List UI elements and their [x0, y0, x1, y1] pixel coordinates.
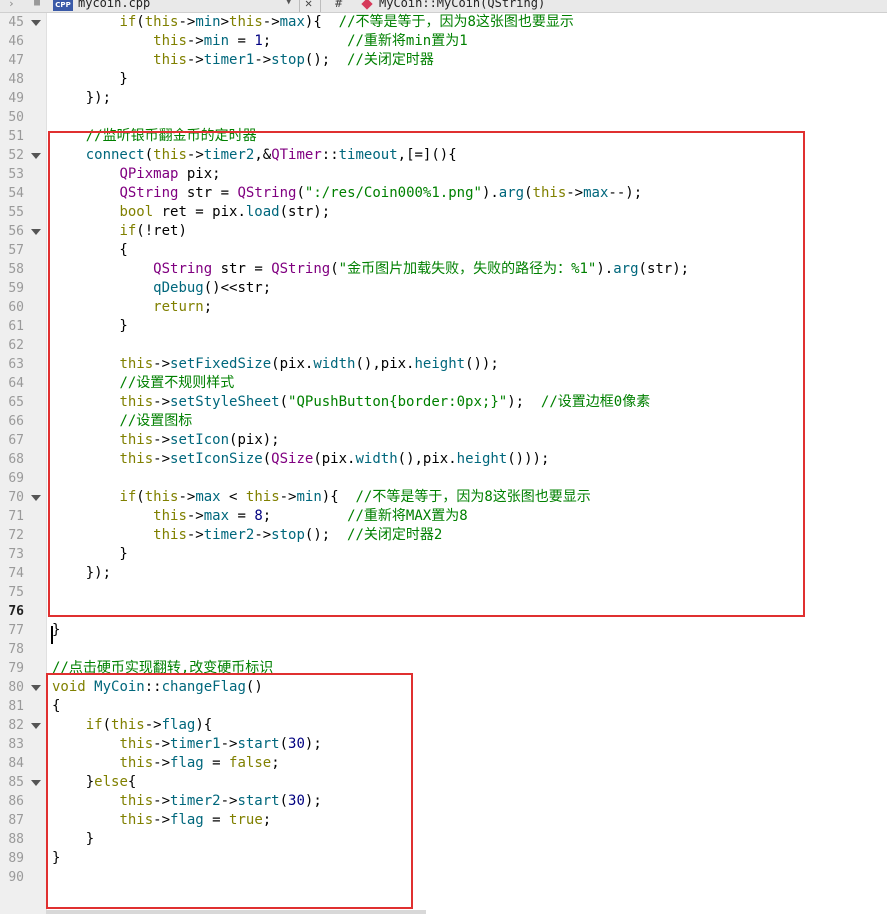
code-text: }	[52, 622, 61, 638]
line-number: 72	[8, 528, 24, 543]
line-number: 64	[8, 376, 24, 391]
code-text: });	[52, 90, 112, 106]
line-number: 46	[8, 34, 24, 49]
code-line[interactable]: 48 }	[0, 70, 887, 89]
horizontal-scrollbar[interactable]	[46, 910, 426, 914]
chevron-right-icon[interactable]: ›	[8, 0, 15, 10]
close-icon[interactable]: ✕	[305, 0, 312, 10]
line-number: 84	[8, 756, 24, 771]
fold-arrow-icon[interactable]	[31, 780, 41, 786]
chevron-down-icon[interactable]: ▼	[286, 0, 291, 7]
fold-arrow-icon[interactable]	[31, 685, 41, 691]
line-number: 50	[8, 110, 24, 125]
lock-icon: ■	[34, 0, 41, 8]
code-line[interactable]: 45 if(this->min>this->max){ //不等是等于，因为8这…	[0, 13, 887, 32]
line-number: 90	[8, 870, 24, 885]
fold-arrow-icon[interactable]	[31, 229, 41, 235]
code-line[interactable]: 49 });	[0, 89, 887, 108]
line-number: 83	[8, 737, 24, 752]
line-number: 57	[8, 243, 24, 258]
annotation-box-changeflag	[46, 673, 413, 909]
line-number: 59	[8, 281, 24, 296]
code-text: }	[52, 71, 128, 87]
line-number: 68	[8, 452, 24, 467]
code-line[interactable]: 77}	[0, 621, 887, 640]
line-number: 78	[8, 642, 24, 657]
line-number: 52	[8, 148, 24, 163]
code-line[interactable]: 46 this->min = 1; //重新将min置为1	[0, 32, 887, 51]
line-number: 49	[8, 91, 24, 106]
line-number: 81	[8, 699, 24, 714]
line-number: 48	[8, 72, 24, 87]
line-number: 55	[8, 205, 24, 220]
line-number: 53	[8, 167, 24, 182]
line-number: 58	[8, 262, 24, 277]
annotation-box-timer2	[48, 131, 805, 617]
line-number: 56	[8, 224, 24, 239]
code-line[interactable]: 78	[0, 640, 887, 659]
line-number: 77	[8, 623, 24, 638]
line-number: 65	[8, 395, 24, 410]
line-number: 71	[8, 509, 24, 524]
tab-separator	[299, 0, 300, 12]
file-name-tab[interactable]: mycoin.cpp	[78, 0, 150, 10]
line-number: 73	[8, 547, 24, 562]
line-number: 85	[8, 775, 24, 790]
fold-arrow-icon[interactable]	[31, 495, 41, 501]
code-text: if(this->min>this->max){ //不等是等于，因为8这张图也…	[119, 14, 574, 30]
line-number: 70	[8, 490, 24, 505]
fold-arrow-icon[interactable]	[31, 153, 41, 159]
line-number: 87	[8, 813, 24, 828]
line-number: 60	[8, 300, 24, 315]
line-number: 45	[8, 15, 24, 30]
line-number: 86	[8, 794, 24, 809]
line-number: 69	[8, 471, 24, 486]
fold-arrow-icon[interactable]	[31, 20, 41, 26]
line-number: 89	[8, 851, 24, 866]
editor-tab-bar: › ■ CPP mycoin.cpp ▼ ✕ # MyCoin::MyCoin(…	[0, 0, 887, 13]
code-line[interactable]: 47 this->timer1->stop(); //关闭定时器	[0, 51, 887, 70]
line-number: 79	[8, 661, 24, 676]
symbol-hash[interactable]: #	[335, 0, 342, 10]
line-number: 62	[8, 338, 24, 353]
line-number: 67	[8, 433, 24, 448]
line-number: 61	[8, 319, 24, 334]
line-number: 76	[8, 604, 24, 619]
line-number: 88	[8, 832, 24, 847]
tab-separator	[320, 0, 321, 12]
line-number: 75	[8, 585, 24, 600]
code-text: this->timer1->stop(); //关闭定时器	[153, 52, 434, 68]
line-number: 66	[8, 414, 24, 429]
code-line[interactable]: 50	[0, 108, 887, 127]
cpp-file-icon: CPP	[53, 0, 73, 11]
line-number: 82	[8, 718, 24, 733]
line-number: 80	[8, 680, 24, 695]
text-cursor	[51, 626, 53, 644]
code-text: this->min = 1; //重新将min置为1	[153, 33, 468, 49]
line-number: 63	[8, 357, 24, 372]
function-selector[interactable]: MyCoin::MyCoin(QString)	[379, 0, 545, 10]
line-number: 74	[8, 566, 24, 581]
line-number: 47	[8, 53, 24, 68]
function-icon	[361, 0, 373, 10]
line-number: 54	[8, 186, 24, 201]
fold-arrow-icon[interactable]	[31, 723, 41, 729]
line-number: 51	[8, 129, 24, 144]
